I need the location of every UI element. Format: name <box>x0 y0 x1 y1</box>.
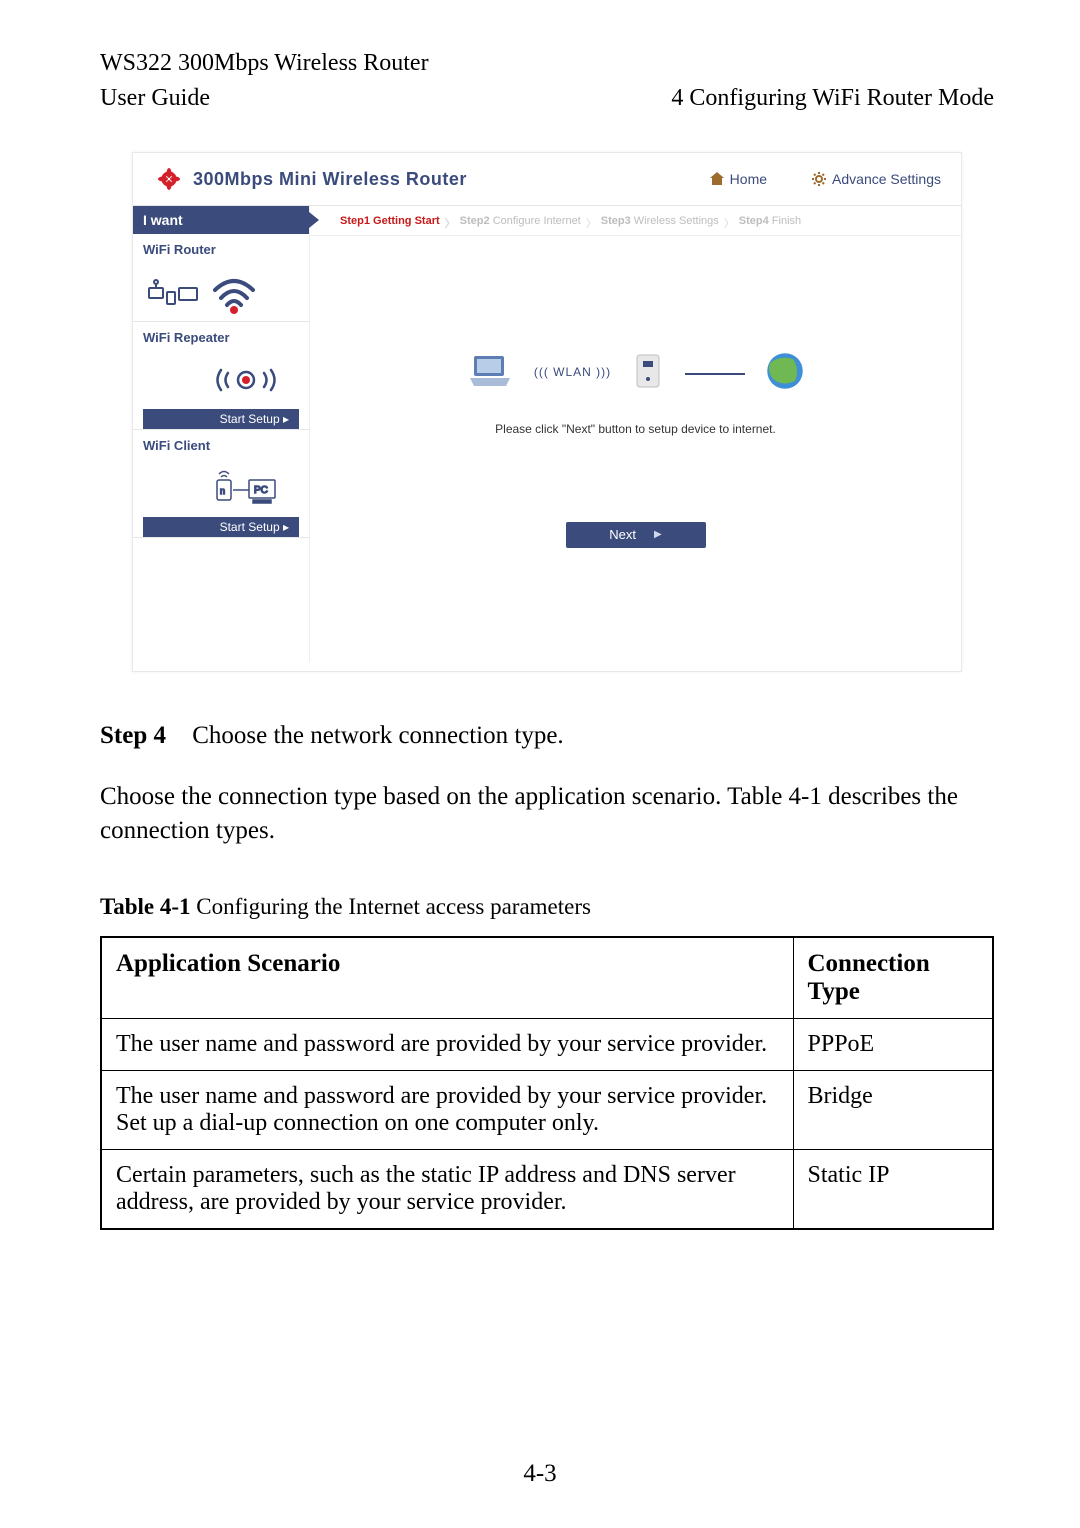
wifi-router-label: WiFi Router <box>143 242 299 257</box>
advance-settings-label: Advance Settings <box>832 171 941 187</box>
step-line: Step 4 Choose the network connection typ… <box>100 722 994 750</box>
next-button[interactable]: Next ▶ <box>566 522 706 548</box>
table-header-connection: Connection Type <box>793 937 993 1019</box>
wifi-client-label: WiFi Client <box>143 438 299 453</box>
paragraph: Choose the connection type based on the … <box>100 780 994 848</box>
home-link[interactable]: Home <box>709 171 767 187</box>
next-button-label: Next <box>609 522 636 548</box>
router-device-icon <box>631 351 665 394</box>
table-caption: Table 4-1 Configuring the Internet acces… <box>100 894 994 920</box>
guide-label: User Guide <box>100 85 210 112</box>
chevron-right-icon: ▶ <box>654 522 662 548</box>
sidebar: I want WiFi Router WiFi Repeater <box>133 206 309 662</box>
repeater-icon <box>211 362 281 398</box>
globe-icon <box>765 351 805 394</box>
home-icon <box>709 171 725 187</box>
wifi-icon <box>209 270 259 314</box>
sidebar-mode-wifi-repeater[interactable]: WiFi Repeater Start Setup ▸ <box>133 322 309 430</box>
table-caption-text: Configuring the Internet access paramete… <box>191 894 591 919</box>
start-setup-repeater[interactable]: Start Setup ▸ <box>143 409 299 429</box>
sidebar-mode-wifi-router[interactable]: WiFi Router <box>133 234 309 322</box>
table-row: The user name and password are provided … <box>101 1070 993 1149</box>
svg-text:PC: PC <box>254 485 268 496</box>
product-title: WS322 300Mbps Wireless Router <box>100 50 994 77</box>
router-ui-title: 300Mbps Mini Wireless Router <box>193 169 697 190</box>
main-panel: Step1 Getting Start Step2 Configure Inte… <box>309 206 961 662</box>
gear-icon <box>811 171 827 187</box>
start-setup-client[interactable]: Start Setup ▸ <box>143 517 299 537</box>
table-header-scenario: Application Scenario <box>101 937 793 1019</box>
chapter-label: 4 Configuring WiFi Router Mode <box>671 85 994 112</box>
huawei-logo-icon <box>157 167 181 191</box>
home-label: Home <box>730 171 767 187</box>
step-text: Choose the network connection type. <box>192 722 563 749</box>
wizard-step-2[interactable]: Step2 Configure Internet <box>450 215 591 227</box>
devices-icon <box>147 276 203 309</box>
start-setup-label: Start Setup ▸ <box>220 520 289 534</box>
client-icon: n PC <box>199 468 289 508</box>
connection-types-table: Application Scenario Connection Type The… <box>100 936 994 1230</box>
step-label: Step 4 <box>100 722 166 749</box>
table-row: Certain parameters, such as the static I… <box>101 1149 993 1229</box>
router-ui-screenshot: 300Mbps Mini Wireless Router Home Advanc… <box>132 152 962 672</box>
topology-illustration: ((( WLAN ))) <box>466 351 805 394</box>
sidebar-heading: I want <box>133 206 309 234</box>
table-row: The user name and password are provided … <box>101 1018 993 1070</box>
laptop-icon <box>466 352 514 393</box>
page-number: 4-3 <box>0 1460 1080 1488</box>
svg-text:n: n <box>220 486 225 496</box>
wizard-steps: Step1 Getting Start Step2 Configure Inte… <box>310 206 961 236</box>
instruction-text: Please click "Next" button to setup devi… <box>495 422 776 436</box>
wlan-text: ((( WLAN ))) <box>534 365 611 379</box>
advance-settings-link[interactable]: Advance Settings <box>811 171 941 187</box>
wizard-step-3[interactable]: Step3 Wireless Settings <box>591 215 729 227</box>
wizard-step-4[interactable]: Step4 Finish <box>729 215 811 227</box>
table-caption-number: Table 4-1 <box>100 894 191 919</box>
connection-line-icon <box>685 365 745 380</box>
start-setup-label: Start Setup ▸ <box>220 412 289 426</box>
wizard-step-1[interactable]: Step1 Getting Start <box>330 215 450 227</box>
sidebar-mode-wifi-client[interactable]: WiFi Client n PC Start Setup ▸ <box>133 430 309 538</box>
wifi-repeater-label: WiFi Repeater <box>143 330 299 345</box>
